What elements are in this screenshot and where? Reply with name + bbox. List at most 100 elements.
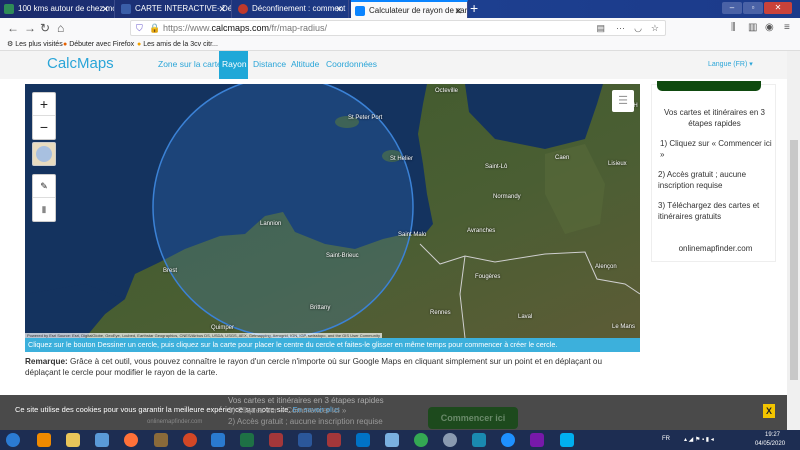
word-icon[interactable] xyxy=(298,433,312,447)
onenote-icon[interactable] xyxy=(530,433,544,447)
app-icon[interactable] xyxy=(443,433,457,447)
ad-step: 3) Téléchargez des cartes et itinéraires… xyxy=(658,201,760,221)
cookie-close-button[interactable]: X xyxy=(763,404,775,418)
site-header: CalcMaps Zone sur la carte Rayon Distanc… xyxy=(0,51,787,79)
city-label: Fougères xyxy=(475,274,501,280)
close-tab-icon[interactable]: ✕ xyxy=(218,0,226,18)
ad-step: 2) Accès gratuit ; aucune inscription re… xyxy=(658,170,747,190)
shield-icon: ⛉ xyxy=(136,23,143,33)
nav-distance[interactable]: Distance xyxy=(253,51,286,79)
close-tab-icon[interactable]: ✕ xyxy=(335,0,343,18)
city-label: Octeville xyxy=(435,88,459,94)
delete-trash-icon[interactable]: ▮ xyxy=(33,198,55,221)
site-logo[interactable]: CalcMaps xyxy=(47,55,114,72)
clock-date[interactable]: 04/05/2020 xyxy=(755,441,785,447)
bookmark-label: Débuter avec Firefox xyxy=(69,41,135,48)
url-bar[interactable]: ⛉ 🔒 https://www.calcmaps.com/fr/map-radi… xyxy=(130,20,666,36)
more-icon[interactable]: ··· xyxy=(616,21,625,35)
city-label: Laval xyxy=(518,314,533,320)
skype-icon[interactable] xyxy=(560,433,574,447)
nav-zone[interactable]: Zone sur la carte xyxy=(158,51,222,79)
remark-label: Remarque: xyxy=(25,357,68,366)
pocket-icon[interactable]: ◡ xyxy=(634,21,642,35)
zoom-out-button[interactable]: − xyxy=(33,116,55,139)
ad-title: Vos cartes et itinéraires en 3 étapes ra… xyxy=(664,108,765,128)
sidebar-ad[interactable]: Vos cartes et itinéraires en 3 étapes ra… xyxy=(651,81,776,262)
url-path: /fr/map-radius/ xyxy=(269,23,328,33)
bookmark-star-icon[interactable]: ☆ xyxy=(651,21,659,35)
lock-icon: 🔒 xyxy=(149,23,161,33)
nav-altitude[interactable]: Altitude xyxy=(291,51,319,79)
start-button-icon[interactable] xyxy=(6,433,20,447)
city-label: Le Mans xyxy=(612,324,636,330)
zoom-in-button[interactable]: + xyxy=(33,93,55,116)
powerpoint-icon[interactable] xyxy=(183,433,197,447)
chrome-icon[interactable] xyxy=(414,433,428,447)
access-icon[interactable] xyxy=(269,433,283,447)
internet-explorer-icon[interactable] xyxy=(501,433,515,447)
app-icon-2[interactable] xyxy=(472,433,486,447)
firefox-icon[interactable] xyxy=(124,433,138,447)
language-indicator[interactable]: FR xyxy=(662,436,670,442)
media-player-icon[interactable] xyxy=(37,433,51,447)
city-label: Saint Malo xyxy=(398,232,427,238)
library-icon[interactable]: ⫼ xyxy=(731,20,736,36)
tab-100kms[interactable]: 100 kms autour de chez moi ...✕ xyxy=(0,0,115,18)
ad-step: 1) Cliquez sur « Commencer ici » xyxy=(660,139,772,159)
site-icon xyxy=(121,4,131,14)
language-dropdown[interactable]: Langue (FR) ▾ xyxy=(708,60,753,68)
excel-icon[interactable] xyxy=(240,433,254,447)
map-instructions: Cliquez sur le bouton Dessiner un cercle… xyxy=(25,338,640,352)
clock-time[interactable]: 19:27 xyxy=(765,432,780,438)
back-icon[interactable]: ← xyxy=(7,20,19,36)
city-label: Lannion xyxy=(260,221,282,227)
layers-icon[interactable]: ☰ xyxy=(612,90,634,112)
map[interactable]: St Peter Port St Helier Lannion Saint Malo S… xyxy=(25,84,640,338)
city-label: Caen xyxy=(555,155,570,161)
minimap-toggle[interactable] xyxy=(32,142,56,166)
bookmark-label: Les amis de la 3cv citr... xyxy=(143,41,218,48)
reload-icon[interactable]: ↻ xyxy=(40,20,50,36)
account-icon[interactable]: ◉ xyxy=(765,20,774,36)
new-tab-button[interactable]: + xyxy=(470,0,478,17)
reader-view-icon[interactable]: ▤ xyxy=(596,21,605,35)
tab-title: 100 kms autour de chez moi ... xyxy=(18,4,114,13)
scrollbar-thumb[interactable] xyxy=(790,140,798,380)
close-tab-icon[interactable]: ✕ xyxy=(454,2,462,18)
city-label: Rennes xyxy=(430,310,451,316)
maximize-button[interactable]: ▫ xyxy=(743,2,763,14)
mail-icon[interactable] xyxy=(211,433,225,447)
minimize-button[interactable]: – xyxy=(722,2,742,14)
ad-button[interactable] xyxy=(657,81,761,91)
close-window-button[interactable]: ✕ xyxy=(764,2,792,14)
control-panel-icon[interactable] xyxy=(95,433,109,447)
city-label: Brest xyxy=(163,268,178,274)
nav-rayon[interactable]: Rayon xyxy=(219,51,248,79)
bottom-ad-text: Vos cartes et itinéraires en 3 étapes ra… xyxy=(228,396,384,405)
bookmark-firefox[interactable]: ● Débuter avec Firefox xyxy=(63,38,134,51)
bookmark-3cv[interactable]: ● Les amis de la 3cv citr... xyxy=(137,38,218,51)
bottom-ad-button[interactable]: Commencer ici xyxy=(428,407,518,429)
remark-paragraph: Remarque: Grâce à cet outil, vous pouvez… xyxy=(25,356,635,378)
document-icon[interactable] xyxy=(385,433,399,447)
access-icon-2[interactable] xyxy=(327,433,341,447)
city-label: Saint-Lô xyxy=(485,164,508,170)
tab-carte-interactive[interactable]: CARTE INTERACTIVE- Déconfin✕ xyxy=(117,0,232,18)
tab-title: Calculateur de rayon de carte xyxy=(369,6,468,15)
bookmark-label: Les plus visités xyxy=(15,41,63,48)
sidebar-icon[interactable]: ▥ xyxy=(748,20,757,36)
nav-coordonnees[interactable]: Coordonnées xyxy=(326,51,377,79)
outlook-icon[interactable] xyxy=(356,433,370,447)
draw-circle-edit-icon[interactable]: ✎ xyxy=(33,175,55,198)
home-icon[interactable]: ⌂ xyxy=(57,20,64,36)
close-tab-icon[interactable]: ✕ xyxy=(101,0,109,18)
route66-icon[interactable] xyxy=(154,433,168,447)
tab-calculateur[interactable]: Calculateur de rayon de carte ✕ xyxy=(351,0,468,18)
tray-icons[interactable]: ▴ ◢ ⚑ ▪ ▮ ◂ xyxy=(684,436,714,443)
url-domain: calcmaps.com xyxy=(211,23,270,33)
tab-deconfinement[interactable]: Déconfinement : comment calc✕ xyxy=(234,0,349,18)
menu-icon[interactable]: ≡ xyxy=(784,20,790,36)
bookmark-most-visited[interactable]: ⚙ Les plus visités xyxy=(7,38,63,51)
file-explorer-icon[interactable] xyxy=(66,433,80,447)
forward-icon[interactable]: → xyxy=(24,20,36,36)
